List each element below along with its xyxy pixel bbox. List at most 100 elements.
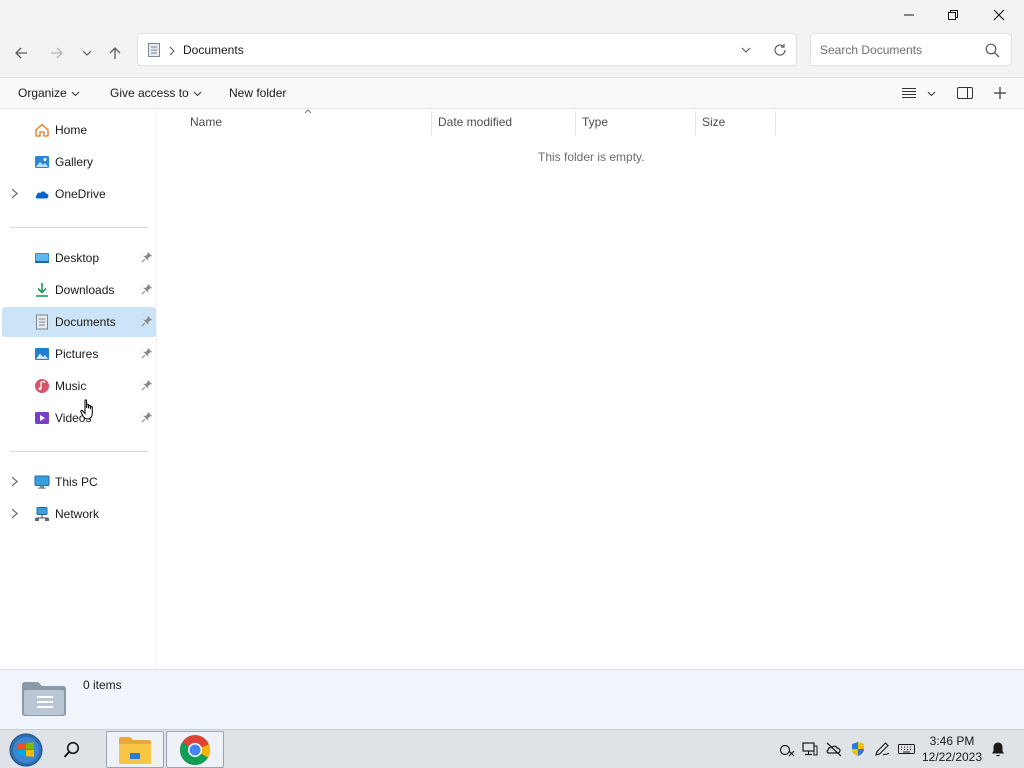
restore-button[interactable]	[930, 0, 976, 30]
sidebar-item-videos[interactable]: Videos	[2, 403, 156, 433]
column-header-size[interactable]: Size	[702, 115, 725, 135]
chrome-icon	[179, 734, 211, 765]
new-folder-button[interactable]: New folder	[229, 86, 286, 100]
sidebar-item-label: Home	[55, 123, 88, 137]
arrow-right-icon	[51, 47, 63, 59]
file-list: Name Date modified Type Size This folder…	[157, 109, 1024, 669]
preview-pane-icon	[957, 87, 973, 99]
back-button[interactable]	[8, 40, 34, 66]
address-row: Documents Search Documents	[0, 32, 1024, 77]
give-access-button[interactable]: Give access to	[110, 86, 202, 100]
sidebar-item-label: This PC	[55, 475, 98, 489]
sidebar-item-home[interactable]: Home	[2, 115, 156, 145]
address-bar[interactable]: Documents	[137, 33, 797, 66]
close-icon	[993, 9, 1005, 21]
gallery-icon	[35, 156, 49, 168]
forward-button[interactable]	[44, 40, 70, 66]
organize-button[interactable]: Organize	[18, 86, 80, 100]
sidebar-item-label: Music	[55, 379, 87, 393]
tray-display-icon[interactable]	[801, 740, 819, 758]
pin-icon[interactable]	[141, 315, 153, 327]
view-options-button[interactable]	[901, 87, 936, 99]
chevron-right-icon[interactable]	[11, 188, 18, 199]
sidebar-item-gallery[interactable]: Gallery	[2, 147, 156, 177]
home-icon	[35, 123, 49, 137]
sidebar-item-label: Gallery	[55, 155, 94, 169]
sidebar-item-label: Documents	[55, 315, 116, 329]
chevron-down-icon	[193, 91, 202, 96]
sidebar-item-music[interactable]: Music	[2, 371, 156, 401]
mouse-cursor-hand-icon	[80, 399, 93, 420]
documents-folder-icon	[148, 43, 160, 57]
clock[interactable]: 3:46 PM 12/22/2023	[918, 733, 986, 765]
pin-icon[interactable]	[141, 283, 153, 295]
pin-icon[interactable]	[141, 347, 153, 359]
breadcrumb-documents[interactable]: Documents	[183, 43, 244, 57]
give-access-label: Give access to	[110, 86, 189, 100]
sidebar-item-pictures[interactable]: Pictures	[2, 339, 156, 369]
taskbar-file-explorer[interactable]	[106, 731, 164, 768]
desktop-icon	[35, 253, 49, 263]
downloads-icon	[36, 283, 48, 297]
minimize-button[interactable]	[886, 0, 932, 30]
sidebar-item-documents[interactable]: Documents	[2, 307, 156, 337]
tray-sync-icon[interactable]	[778, 740, 796, 758]
column-header-name[interactable]: Name	[190, 115, 222, 135]
column-header-type[interactable]: Type	[582, 115, 608, 135]
notification-bell-icon[interactable]	[989, 740, 1007, 758]
taskbar-chrome[interactable]	[166, 731, 224, 768]
sidebar-divider	[10, 451, 148, 452]
sidebar-item-desktop[interactable]: Desktop	[2, 243, 156, 273]
search-icon	[985, 43, 1000, 58]
clock-date: 12/22/2023	[921, 750, 983, 764]
column-divider[interactable]	[695, 111, 696, 135]
empty-folder-message: This folder is empty.	[538, 150, 645, 164]
sidebar-item-label: Pictures	[55, 347, 99, 361]
this-pc-icon	[34, 475, 50, 489]
sidebar-item-this-pc[interactable]: This PC	[2, 467, 156, 497]
chevron-down-icon	[927, 91, 936, 96]
chevron-down-icon	[71, 91, 80, 96]
column-divider[interactable]	[575, 111, 576, 135]
column-divider[interactable]	[775, 111, 776, 135]
arrow-left-icon	[15, 47, 27, 59]
chevron-down-icon	[82, 50, 92, 56]
restore-icon	[948, 10, 958, 20]
list-view-icon	[902, 88, 916, 98]
tray-pen-icon[interactable]	[873, 740, 891, 758]
close-button[interactable]	[976, 0, 1022, 30]
new-item-button[interactable]	[993, 86, 1007, 100]
refresh-icon[interactable]	[773, 43, 787, 57]
file-explorer-icon	[119, 736, 151, 764]
sidebar-item-label: Desktop	[55, 251, 100, 265]
chevron-right-icon[interactable]	[11, 508, 18, 519]
tray-security-icon[interactable]	[849, 740, 867, 758]
chevron-right-icon	[169, 46, 175, 56]
pictures-icon	[35, 348, 49, 360]
item-count: 0 items	[83, 678, 122, 692]
documents-large-icon	[22, 682, 66, 716]
sidebar-divider	[10, 227, 148, 228]
up-button[interactable]	[102, 40, 128, 66]
address-dropdown-icon[interactable]	[741, 46, 751, 54]
search-taskbar-button[interactable]	[52, 731, 92, 768]
sidebar-item-downloads[interactable]: Downloads	[2, 275, 156, 305]
column-header-date-modified[interactable]: Date modified	[438, 115, 512, 135]
sidebar-item-onedrive[interactable]: OneDrive	[2, 179, 156, 209]
recent-locations-button[interactable]	[74, 40, 100, 66]
tray-keyboard-icon[interactable]	[897, 740, 915, 758]
start-button[interactable]	[4, 731, 48, 768]
pin-icon[interactable]	[141, 379, 153, 391]
column-divider[interactable]	[431, 111, 432, 135]
search-input[interactable]: Search Documents	[810, 33, 1012, 66]
sidebar-item-network[interactable]: Network	[2, 499, 156, 529]
plus-icon	[994, 87, 1006, 99]
videos-icon	[35, 412, 49, 424]
details-bar: 0 items	[0, 669, 1024, 729]
tray-onedrive-offline-icon[interactable]	[825, 740, 843, 758]
pin-icon[interactable]	[141, 251, 153, 263]
search-icon	[63, 741, 80, 758]
chevron-right-icon[interactable]	[11, 476, 18, 487]
preview-pane-button[interactable]	[957, 86, 973, 100]
pin-icon[interactable]	[141, 411, 153, 423]
